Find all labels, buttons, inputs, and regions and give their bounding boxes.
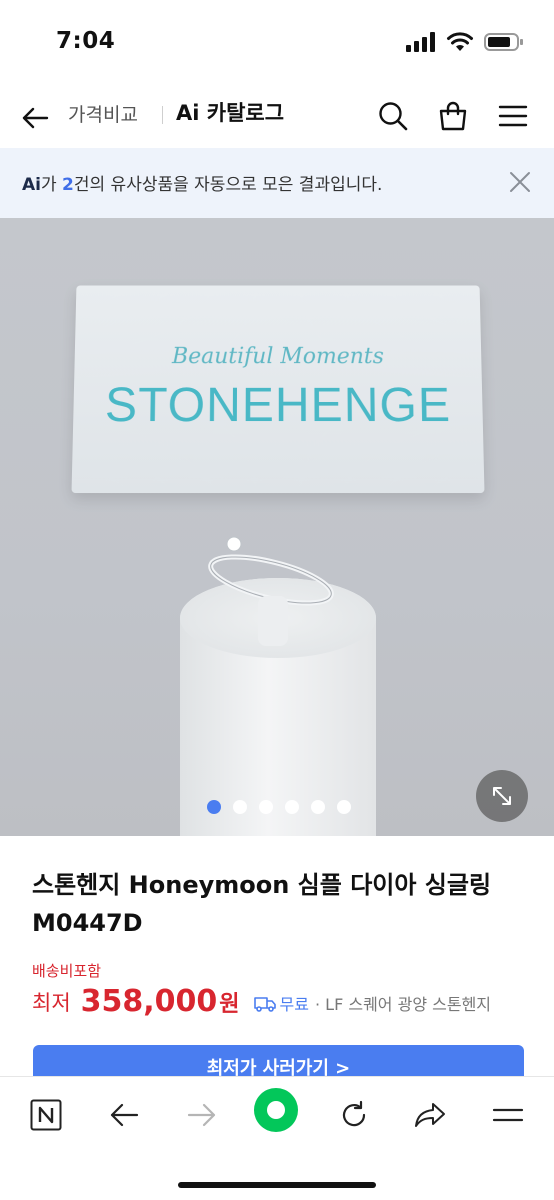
carousel-dot[interactable] (285, 800, 299, 814)
product-title: 스톤헨지 Honeymoon 심플 다이아 싱글링 M0447D (32, 871, 492, 937)
search-button[interactable] (374, 94, 412, 138)
truck-icon (253, 996, 276, 1012)
shipping-included-label: 배송비포함 (32, 962, 102, 980)
free-shipping-label: 무료 (279, 995, 309, 1014)
cellular-signal-icon (406, 32, 435, 52)
price-unit: 원 (219, 991, 240, 1017)
share-arrow-icon (415, 1103, 445, 1127)
battery-icon (484, 33, 523, 51)
status-bar: 7:04 (0, 0, 554, 88)
naver-n-icon (30, 1099, 62, 1131)
menu-icon (498, 105, 528, 127)
lowest-price: 358,000 (80, 984, 218, 1019)
ai-banner-text-part2: 건의 유사상품을 자동으로 모은 결과입니다. (73, 175, 383, 195)
reload-icon (342, 1100, 366, 1127)
ai-banner-text-part1: 가 (40, 175, 63, 195)
carousel-dot[interactable] (207, 800, 221, 814)
status-icons (406, 32, 524, 52)
carousel-dot[interactable] (259, 800, 273, 814)
carousel-dot[interactable] (311, 800, 325, 814)
price-compare-link[interactable]: 가격비교 (68, 100, 138, 127)
browser-forward-button[interactable] (178, 1091, 226, 1139)
browser-back-button[interactable] (100, 1091, 148, 1139)
close-icon (510, 172, 530, 192)
brand-sign: Beautiful Moments STONEHENGE (71, 285, 485, 494)
menu-icon (492, 1108, 524, 1122)
ai-banner-text: Ai가 2건의 유사상품을 자동으로 모은 결과입니다. (22, 170, 382, 195)
sign-brand: STONEHENGE (104, 379, 452, 433)
status-time: 7:04 (56, 28, 116, 54)
green-dot-button[interactable] (253, 1087, 299, 1133)
ai-banner: Ai가 2건의 유사상품을 자동으로 모은 결과입니다. (0, 148, 554, 218)
product-image-carousel[interactable]: Beautiful Moments STONEHENGE (0, 218, 554, 836)
price-prefix: 최저 (32, 990, 71, 1015)
header-divider (162, 106, 163, 124)
arrow-right-icon (187, 1103, 216, 1127)
carousel-dot[interactable] (233, 800, 247, 814)
menu-button[interactable] (494, 94, 532, 138)
reload-button[interactable] (330, 1091, 378, 1139)
app-header: 가격비교 Ai 카탈로그 (0, 88, 554, 148)
header-actions (374, 94, 532, 138)
browser-menu-button[interactable] (484, 1091, 532, 1139)
shopping-bag-button[interactable] (434, 94, 472, 138)
ai-result-count: 2 (62, 175, 74, 195)
page-title: Ai 카탈로그 (176, 101, 285, 125)
price-row: 최저 358,000 원 무료 · LF 스퀘어 광양 스톤헨지 (32, 984, 491, 1019)
sign-tagline: Beautiful Moments (171, 344, 385, 370)
ai-mark: Ai (22, 175, 41, 195)
shopping-bag-icon (439, 101, 467, 131)
banner-close-button[interactable] (508, 170, 532, 194)
share-button[interactable] (406, 1091, 454, 1139)
bottom-toolbar (0, 1076, 554, 1200)
carousel-dot[interactable] (337, 800, 351, 814)
carousel-dots (207, 800, 351, 814)
arrow-left-icon (22, 107, 49, 129)
home-indicator (178, 1182, 376, 1188)
green-dot-icon (254, 1088, 298, 1132)
ring-image (208, 536, 334, 646)
seller-name[interactable]: · LF 스퀘어 광양 스톤헨지 (315, 991, 491, 1015)
expand-icon (493, 787, 511, 805)
naver-home-button[interactable] (22, 1091, 70, 1139)
expand-image-button[interactable] (476, 770, 528, 822)
wifi-icon (447, 32, 473, 51)
arrow-left-icon (110, 1103, 139, 1127)
back-button[interactable] (18, 98, 52, 138)
search-icon (379, 102, 408, 131)
